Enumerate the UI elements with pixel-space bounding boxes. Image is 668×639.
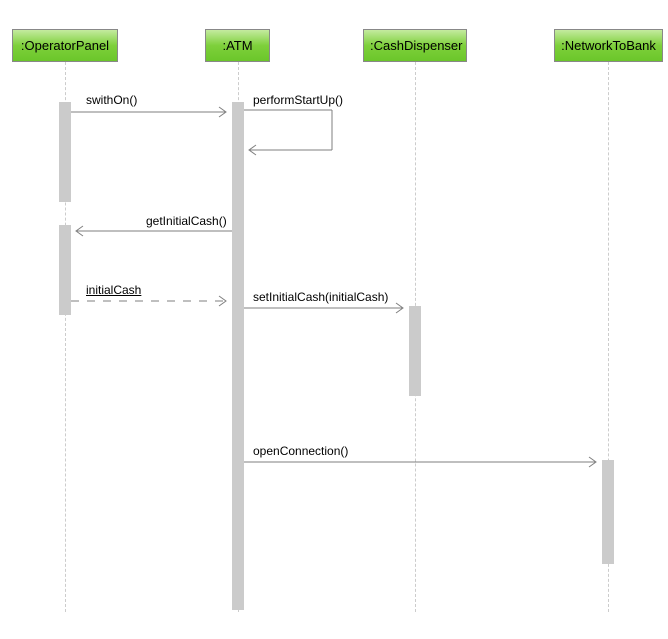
- lifeline-atm: :ATM: [205, 29, 270, 62]
- arrow-switch-on: [71, 110, 232, 120]
- msg-initial-cash: initialCash: [86, 283, 141, 297]
- activation-cashdispenser: [409, 306, 421, 396]
- arrow-perform-startup: [244, 108, 344, 168]
- msg-set-initial-cash: setInitialCash(initialCash): [253, 290, 388, 304]
- arrow-initial-cash: [71, 299, 232, 309]
- activation-atm: [232, 102, 244, 610]
- lifeline-network-to-bank: :NetworkToBank: [554, 29, 663, 62]
- arrow-open-connection: [244, 460, 602, 470]
- activation-operator-1: [59, 102, 71, 202]
- arrow-set-initial-cash: [244, 306, 409, 316]
- msg-get-initial-cash: getInitialCash(): [146, 214, 227, 228]
- arrow-get-initial-cash: [71, 229, 232, 239]
- msg-switch-on: swithOn(): [86, 93, 137, 107]
- lifeline-cash-dispenser: :CashDispenser: [363, 29, 467, 62]
- msg-perform-startup: performStartUp(): [253, 93, 343, 107]
- activation-networktobank: [602, 460, 614, 564]
- activation-operator-2: [59, 225, 71, 315]
- msg-open-connection: openConnection(): [253, 444, 348, 458]
- lifeline-operator-panel: :OperatorPanel: [12, 29, 118, 62]
